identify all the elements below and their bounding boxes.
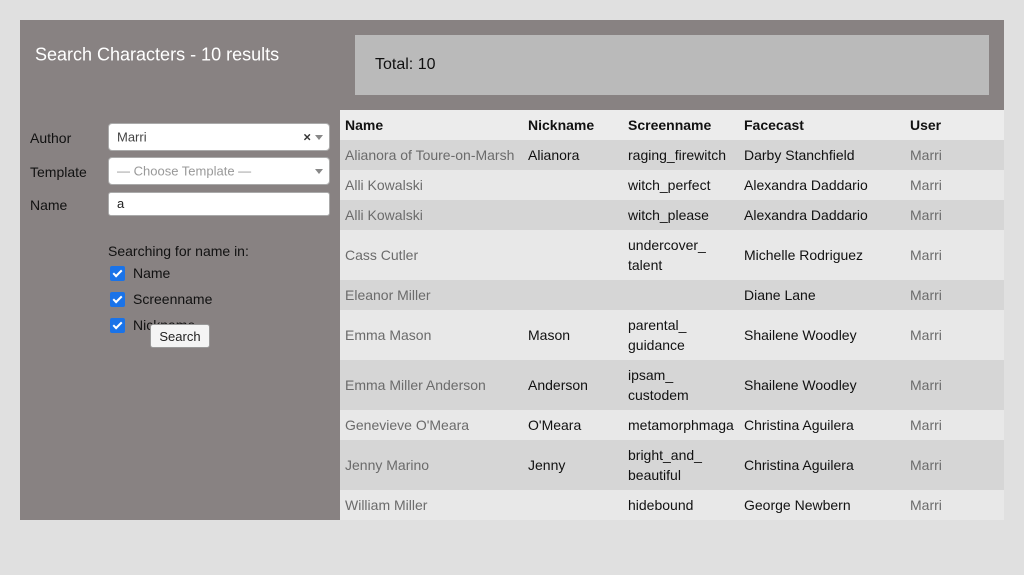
template-row: Template — Choose Template — (30, 157, 330, 187)
character-name-link[interactable]: Genevieve O'Meara (340, 410, 523, 440)
screenname-cell: witch_perfect (623, 170, 739, 200)
user-link[interactable]: Marri (905, 200, 1004, 230)
user-link[interactable]: Marri (905, 360, 1004, 410)
name-label: Name (30, 197, 68, 213)
table-row: Alli Kowalski witch_please Alexandra Dad… (340, 200, 1004, 230)
screenname-cell: metamorphmaga (623, 410, 739, 440)
screenname-cell: hidebound (623, 490, 739, 520)
user-link[interactable]: Marri (905, 490, 1004, 520)
screenname-cell: undercover_ talent (623, 230, 739, 280)
facecast-cell: Christina Aguilera (739, 410, 905, 440)
page-title: Search Characters - 10 results (35, 44, 280, 65)
clear-icon[interactable]: × (303, 130, 311, 145)
nickname-cell (523, 230, 623, 280)
nickname-cell (523, 200, 623, 230)
nickname-checkbox[interactable] (110, 317, 125, 333)
check-name-row[interactable]: Name (110, 263, 170, 283)
user-link[interactable]: Marri (905, 440, 1004, 490)
search-in-label: Searching for name in: (108, 243, 249, 259)
check-screenname-row[interactable]: Screenname (110, 289, 212, 309)
character-name-link[interactable]: Emma Mason (340, 310, 523, 360)
character-name-link[interactable]: Emma Miller Anderson (340, 360, 523, 410)
author-select[interactable]: Marri × (108, 123, 330, 151)
user-link[interactable]: Marri (905, 230, 1004, 280)
character-name-link[interactable]: Eleanor Miller (340, 280, 523, 310)
table-row: Alianora of Toure-on-Marsh Alianora ragi… (340, 140, 1004, 170)
table-row: Cass Cutler undercover_ talent Michelle … (340, 230, 1004, 280)
results-table-container: Name Nickname Screenname Facecast User A… (340, 110, 1004, 520)
author-value: Marri (117, 129, 147, 145)
screenname-cell: ipsam_ custodem (623, 360, 739, 410)
facecast-cell: George Newbern (739, 490, 905, 520)
character-name-link[interactable]: Alli Kowalski (340, 170, 523, 200)
screenname-cell: raging_firewitch (623, 140, 739, 170)
column-header-user[interactable]: User (905, 110, 1004, 140)
facecast-cell: Christina Aguilera (739, 440, 905, 490)
results-table: Name Nickname Screenname Facecast User A… (340, 110, 1004, 520)
facecast-cell: Alexandra Daddario (739, 200, 905, 230)
table-row: Jenny Marino Jenny bright_and_ beautiful… (340, 440, 1004, 490)
name-checkbox[interactable] (110, 265, 125, 281)
template-placeholder: — Choose Template — (117, 163, 252, 179)
name-row: Name a (30, 190, 330, 220)
screenname-cell (623, 280, 739, 310)
table-row: William Miller hidebound George Newbern … (340, 490, 1004, 520)
author-row: Author Marri × (30, 123, 330, 153)
nickname-cell: Alianora (523, 140, 623, 170)
table-row: Emma Miller Anderson Anderson ipsam_ cus… (340, 360, 1004, 410)
search-sidebar: Author Marri × Template — Choose Templat… (20, 110, 340, 520)
table-header-row: Name Nickname Screenname Facecast User (340, 110, 1004, 140)
facecast-cell: Darby Stanchfield (739, 140, 905, 170)
character-name-link[interactable]: Alli Kowalski (340, 200, 523, 230)
table-row: Emma Mason Mason parental_ guidance Shai… (340, 310, 1004, 360)
author-label: Author (30, 130, 72, 146)
table-row: Eleanor Miller Diane Lane Marri (340, 280, 1004, 310)
nickname-cell: Jenny (523, 440, 623, 490)
column-header-name[interactable]: Name (340, 110, 523, 140)
nickname-cell: O'Meara (523, 410, 623, 440)
chevron-down-icon[interactable] (315, 169, 323, 174)
screenname-cell: parental_ guidance (623, 310, 739, 360)
user-link[interactable]: Marri (905, 310, 1004, 360)
screenname-cell: witch_please (623, 200, 739, 230)
user-link[interactable]: Marri (905, 410, 1004, 440)
search-button[interactable]: Search (150, 324, 210, 348)
template-label: Template (30, 164, 87, 180)
column-header-screenname[interactable]: Screenname (623, 110, 739, 140)
template-select[interactable]: — Choose Template — (108, 157, 330, 185)
user-link[interactable]: Marri (905, 170, 1004, 200)
check-name-label: Name (133, 265, 171, 281)
name-input[interactable]: a (108, 192, 330, 216)
user-link[interactable]: Marri (905, 280, 1004, 310)
column-header-facecast[interactable]: Facecast (739, 110, 905, 140)
table-row: Genevieve O'Meara O'Meara metamorphmaga … (340, 410, 1004, 440)
nickname-cell: Mason (523, 310, 623, 360)
total-text: Total: 10 (375, 56, 436, 73)
screenname-checkbox[interactable] (110, 291, 125, 307)
facecast-cell: Diane Lane (739, 280, 905, 310)
user-link[interactable]: Marri (905, 140, 1004, 170)
character-name-link[interactable]: Cass Cutler (340, 230, 523, 280)
app-panel: Search Characters - 10 results Total: 10… (20, 20, 1004, 520)
table-row: Alli Kowalski witch_perfect Alexandra Da… (340, 170, 1004, 200)
column-header-nickname[interactable]: Nickname (523, 110, 623, 140)
character-name-link[interactable]: William Miller (340, 490, 523, 520)
character-name-link[interactable]: Alianora of Toure-on-Marsh (340, 140, 523, 170)
total-box: Total: 10 (355, 35, 989, 95)
facecast-cell: Michelle Rodriguez (739, 230, 905, 280)
screenname-cell: bright_and_ beautiful (623, 440, 739, 490)
check-screenname-label: Screenname (133, 291, 213, 307)
nickname-cell (523, 170, 623, 200)
nickname-cell (523, 280, 623, 310)
facecast-cell: Shailene Woodley (739, 360, 905, 410)
chevron-down-icon[interactable] (315, 135, 323, 140)
character-name-link[interactable]: Jenny Marino (340, 440, 523, 490)
nickname-cell: Anderson (523, 360, 623, 410)
facecast-cell: Alexandra Daddario (739, 170, 905, 200)
nickname-cell (523, 490, 623, 520)
facecast-cell: Shailene Woodley (739, 310, 905, 360)
